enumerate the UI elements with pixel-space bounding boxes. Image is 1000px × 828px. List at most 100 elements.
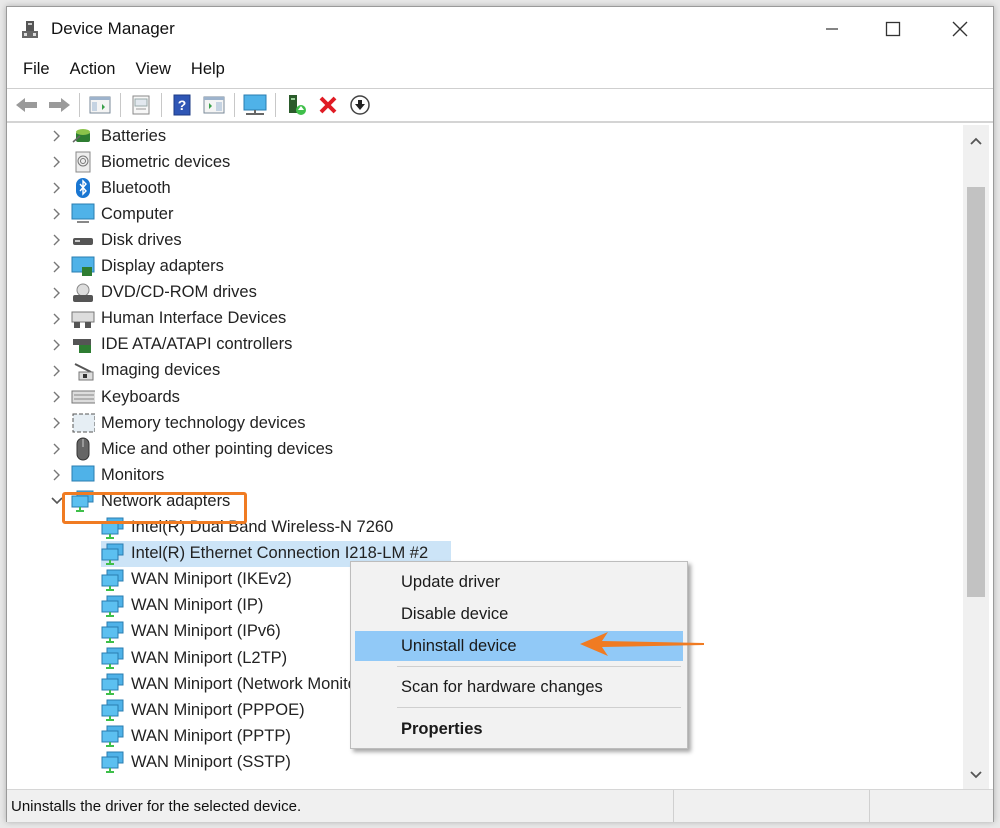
menu-item-scan-hardware-changes[interactable]: Scan for hardware changes [355,672,683,702]
back-button[interactable] [13,92,41,118]
red-x-icon [319,96,337,114]
monitor-icon [71,464,95,486]
chevron-up-icon [970,137,982,145]
tree-item-label: Batteries [101,126,167,145]
menu-help[interactable]: Help [183,60,233,79]
chevron-right-icon[interactable] [49,285,65,301]
close-button[interactable] [927,7,993,51]
scroll-up-button[interactable] [963,129,989,153]
chevron-right-icon[interactable] [49,467,65,483]
action-pane-button[interactable] [200,92,228,118]
chevron-right-icon[interactable] [49,232,65,248]
battery-icon [71,125,95,147]
network-adapter-label: WAN Miniport (IP) [131,596,264,615]
toolbar-separator [275,93,276,117]
chevron-right-icon[interactable] [49,441,65,457]
properties-sheet-icon [132,95,150,115]
tree-category-computer[interactable]: Computer [49,201,173,227]
tree-category-disk-drives[interactable]: Disk drives [49,227,182,253]
chevron-right-icon[interactable] [49,363,65,379]
menu-item-update-driver[interactable]: Update driver [355,567,683,597]
network-adapter-label: WAN Miniport (SSTP) [131,752,291,771]
window-title: Device Manager [51,19,175,38]
network-adapter-label: WAN Miniport (Network Monitor) [131,674,368,693]
tree-category-human-interface-devices[interactable]: Human Interface Devices [49,306,286,332]
show-hide-console-tree-button[interactable] [86,92,114,118]
network-adapter-item[interactable]: WAN Miniport (PPPOE) [101,697,305,723]
tree-item-label: Biometric devices [101,152,231,171]
network-adapter-item[interactable]: WAN Miniport (PPTP) [101,723,291,749]
network-adapter-item[interactable]: WAN Miniport (Network Monitor) [101,671,368,697]
disable-device-button[interactable] [346,92,374,118]
forward-button[interactable] [45,92,73,118]
network-adapter-item[interactable]: WAN Miniport (IPv6) [101,619,281,645]
tree-category-ide-ata-atapi-controllers[interactable]: IDE ATA/ATAPI controllers [49,332,292,358]
scrollbar-thumb[interactable] [967,187,985,597]
tree-item-label: DVD/CD-ROM drives [101,283,257,302]
menu-file[interactable]: File [15,60,58,79]
chevron-right-icon[interactable] [49,128,65,144]
minimize-button[interactable] [799,7,865,51]
update-driver-button[interactable] [282,92,310,118]
network-adapter-item[interactable]: WAN Miniport (L2TP) [101,645,287,671]
network-adapter-item[interactable]: WAN Miniport (IP) [101,593,263,619]
chevron-right-icon[interactable] [49,206,65,222]
display-adapter-icon [71,256,95,278]
network-adapter-icon [101,595,125,617]
chevron-right-icon[interactable] [49,389,65,405]
back-arrow-icon [16,98,37,112]
menu-action[interactable]: Action [62,60,124,79]
fingerprint-icon [71,151,95,173]
chevron-right-icon[interactable] [49,154,65,170]
network-adapter-item[interactable]: WAN Miniport (IKEv2) [101,567,292,593]
chevron-right-icon[interactable] [49,311,65,327]
tree-item-label: IDE ATA/ATAPI controllers [101,335,293,354]
close-icon [952,21,968,37]
tree-category-display-adapters[interactable]: Display adapters [49,254,224,280]
chevron-right-icon[interactable] [49,180,65,196]
network-adapter-icon [101,569,125,591]
minimize-icon [826,28,838,30]
tree-category-mice-and-other-pointing-devices[interactable]: Mice and other pointing devices [49,436,333,462]
tree-category-imaging-devices[interactable]: Imaging devices [49,358,220,384]
monitor-scan-icon [243,94,267,115]
tree-category-monitors[interactable]: Monitors [49,462,164,488]
annotation-arrow-icon [580,632,704,656]
properties-button[interactable] [127,92,155,118]
uninstall-device-button[interactable] [314,92,342,118]
tree-category-bluetooth[interactable]: Bluetooth [49,175,171,201]
tree-category-keyboards[interactable]: Keyboards [49,384,180,410]
status-text: Uninstalls the driver for the selected d… [11,797,302,815]
tree-item-label: Keyboards [101,387,180,406]
network-adapter-icon [101,647,125,669]
network-adapter-item[interactable]: WAN Miniport (SSTP) [101,749,291,775]
network-adapter-icon [101,543,125,565]
chevron-right-icon[interactable] [49,337,65,353]
chevron-right-icon[interactable] [49,259,65,275]
tree-category-batteries[interactable]: Batteries [49,125,166,149]
tree-item-label: Mice and other pointing devices [101,439,334,458]
network-adapter-label: WAN Miniport (IKEv2) [131,570,292,589]
menu-item-properties[interactable]: Properties [355,714,683,744]
menu-view[interactable]: View [127,60,178,79]
tree-category-biometric-devices[interactable]: Biometric devices [49,149,230,175]
menu-item-disable-device[interactable]: Disable device [355,599,683,629]
vertical-scrollbar[interactable] [963,125,989,789]
tree-category-dvd-cd-rom-drives[interactable]: DVD/CD-ROM drives [49,280,257,306]
network-adapter-icon [101,725,125,748]
help-icon: ? [173,94,191,116]
hid-icon [71,308,95,330]
maximize-button[interactable] [860,7,926,51]
mouse-icon [71,437,95,461]
network-adapters-highlight [62,492,247,524]
imaging-device-icon [71,360,95,382]
update-driver-icon [289,95,306,115]
chevron-right-icon[interactable] [49,415,65,431]
status-pane [673,790,869,822]
tree-category-memory-technology-devices[interactable]: Memory technology devices [49,410,306,436]
keyboard-icon [71,386,95,408]
forward-arrow-icon [49,98,70,112]
scroll-down-button[interactable] [963,763,989,787]
help-button[interactable]: ? [168,92,196,118]
scan-hardware-button[interactable] [241,92,269,118]
